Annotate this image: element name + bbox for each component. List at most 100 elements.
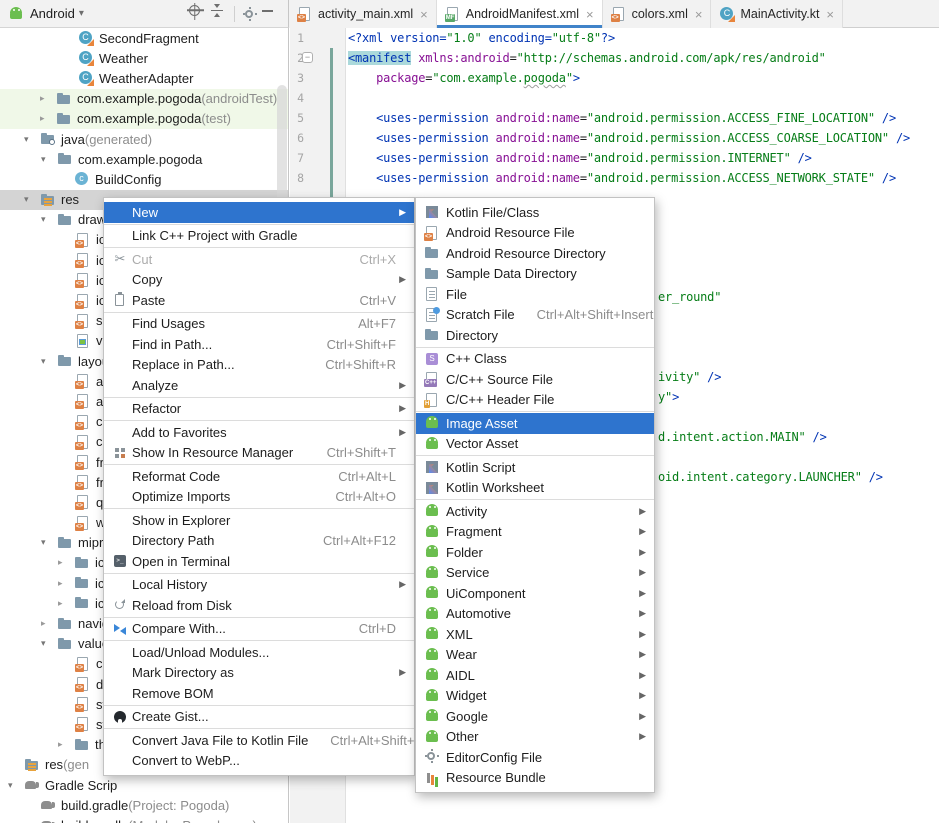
tab-close-icon[interactable]: × [585,7,595,22]
menu-item-shortcut: Ctrl+Alt+F12 [323,533,396,548]
menu-item-c-class[interactable]: SC++ Class [416,349,654,370]
collapse-all-button[interactable] [209,3,231,25]
menu-item-google[interactable]: Google▶ [416,706,654,727]
menu-item-find-in-path[interactable]: Find in Path...Ctrl+Shift+F [104,334,414,355]
tree-row-com-example-pogoda[interactable]: ▸com.example.pogoda (androidTest) [0,89,288,109]
submenu-arrow-icon: ▶ [636,670,646,681]
collapsed-arrow-icon[interactable]: ▸ [58,557,74,568]
tab-activity-main-xml[interactable]: <>activity_main.xml× [289,0,437,28]
menu-item-load-unload-modules[interactable]: Load/Unload Modules... [104,642,414,663]
menu-item-convert-java-file-to-kotlin-file[interactable]: Convert Java File to Kotlin FileCtrl+Alt… [104,730,414,751]
tab-mainactivity-kt[interactable]: CMainActivity.kt× [711,0,843,28]
settings-button[interactable] [238,3,260,25]
tree-row-java[interactable]: ▾java (generated) [0,129,288,149]
menu-item-fragment[interactable]: Fragment▶ [416,522,654,543]
menu-item-editorconfig-file[interactable]: EditorConfig File [416,747,654,768]
menu-item-xml[interactable]: XML▶ [416,624,654,645]
expanded-arrow-icon[interactable]: ▾ [41,537,57,548]
expanded-arrow-icon[interactable]: ▾ [41,154,57,165]
menu-item-paste[interactable]: PasteCtrl+V [104,290,414,311]
menu-item-create-gist[interactable]: Create Gist... [104,707,414,728]
menu-item-find-usages[interactable]: Find UsagesAlt+F7 [104,314,414,335]
menu-item-kotlin-worksheet[interactable]: Kotlin Worksheet [416,478,654,499]
collapsed-arrow-icon[interactable]: ▸ [58,578,74,589]
menu-item-aidl[interactable]: AIDL▶ [416,665,654,686]
menu-item-show-in-explorer[interactable]: Show in Explorer [104,510,414,531]
menu-item-resource-bundle[interactable]: Resource Bundle [416,768,654,789]
hide-panel-button[interactable] [260,3,282,25]
collapsed-arrow-icon[interactable]: ▸ [40,113,56,124]
tab-close-icon[interactable]: × [694,7,704,22]
menu-item-add-to-favorites[interactable]: Add to Favorites▶ [104,422,414,443]
expanded-arrow-icon[interactable]: ▾ [24,194,40,205]
menu-item-reformat-code[interactable]: Reformat CodeCtrl+Alt+L [104,466,414,487]
tree-row-com-example-pogoda[interactable]: ▸com.example.pogoda (test) [0,109,288,129]
menu-item-file[interactable]: File [416,284,654,305]
menu-item-uicomponent[interactable]: UiComponent▶ [416,583,654,604]
menu-item-directory-path[interactable]: Directory PathCtrl+Alt+F12 [104,531,414,552]
menu-item-optimize-imports[interactable]: Optimize ImportsCtrl+Alt+O [104,487,414,508]
menu-item-refactor[interactable]: Refactor▶ [104,399,414,420]
chevron-down-icon[interactable]: ▾ [79,8,84,19]
menu-item-link-c-project-with-gradle[interactable]: Link C++ Project with Gradle [104,226,414,247]
menu-item-reload-from-disk[interactable]: Reload from Disk [104,595,414,616]
tab-colors-xml[interactable]: <>colors.xml× [603,0,712,28]
menu-item-copy[interactable]: Copy▶ [104,270,414,291]
menu-item-local-history[interactable]: Local History▶ [104,575,414,596]
menu-item-compare-with[interactable]: Compare With...Ctrl+D [104,619,414,640]
tab-close-icon[interactable]: × [825,7,835,22]
menu-item-kotlin-file-class[interactable]: Kotlin File/Class [416,202,654,223]
menu-separator [104,508,414,509]
tree-row-com-example-pogoda[interactable]: ▾com.example.pogoda [0,149,288,169]
tree-row-weatheradapter[interactable]: CWeatherAdapter [0,68,288,88]
menu-item-new[interactable]: New▶ [104,202,414,223]
menu-item-android-resource-file[interactable]: <>Android Resource File [416,223,654,244]
menu-item-scratch-file[interactable]: Scratch FileCtrl+Alt+Shift+Insert [416,305,654,326]
menu-item-service[interactable]: Service▶ [416,563,654,584]
tree-row-gradle-scrip[interactable]: ▾Gradle Scrip [0,775,288,795]
menu-item-convert-to-webp[interactable]: Convert to WebP... [104,751,414,772]
tree-row-buildconfig[interactable]: cBuildConfig [0,169,288,189]
fold-marker-icon[interactable]: − [302,52,313,63]
expanded-arrow-icon[interactable]: ▾ [8,780,24,791]
menu-item-automotive[interactable]: Automotive▶ [416,604,654,625]
menu-item-kotlin-script[interactable]: Kotlin Script [416,457,654,478]
menu-item-folder[interactable]: Folder▶ [416,542,654,563]
expanded-arrow-icon[interactable]: ▾ [24,134,40,145]
expanded-arrow-icon[interactable]: ▾ [41,356,57,367]
collapsed-arrow-icon[interactable]: ▸ [40,93,56,104]
tree-item-note: (Module: Pogoda.app) [128,818,257,823]
menu-item-sample-data-directory[interactable]: Sample Data Directory [416,264,654,285]
menu-item-widget[interactable]: Widget▶ [416,686,654,707]
menu-item-c-c-header-file[interactable]: HC/C++ Header File [416,390,654,411]
menu-item-wear[interactable]: Wear▶ [416,645,654,666]
locate-file-button[interactable] [187,3,209,25]
collapsed-arrow-icon[interactable]: ▸ [58,739,74,750]
menu-item-show-in-resource-manager[interactable]: Show In Resource ManagerCtrl+Shift+T [104,443,414,464]
menu-item-open-in-terminal[interactable]: >_Open in Terminal [104,551,414,572]
tab-androidmanifest-xml[interactable]: MFAndroidManifest.xml× [437,0,603,28]
tree-row-weather[interactable]: CWeather [0,48,288,68]
collapsed-arrow-icon[interactable]: ▸ [41,618,57,629]
menu-item-c-c-source-file[interactable]: C++C/C++ Source File [416,369,654,390]
menu-item-image-asset[interactable]: Image Asset [416,413,654,434]
expanded-arrow-icon[interactable]: ▾ [41,638,57,649]
tree-row-secondfragment[interactable]: CSecondFragment [0,28,288,48]
android-icon [424,647,440,663]
menu-item-android-resource-directory[interactable]: Android Resource Directory [416,243,654,264]
menu-item-activity[interactable]: Activity▶ [416,501,654,522]
menu-item-mark-directory-as[interactable]: Mark Directory as▶ [104,663,414,684]
tree-row-build-gradle[interactable]: build.gradle (Project: Pogoda) [0,795,288,815]
menu-item-directory[interactable]: Directory [416,325,654,346]
code-area[interactable]: <?xml version="1.0" encoding="utf-8"?><m… [348,28,910,188]
menu-item-remove-bom[interactable]: Remove BOM [104,683,414,704]
expanded-arrow-icon[interactable]: ▾ [41,214,57,225]
menu-item-vector-asset[interactable]: Vector Asset [416,434,654,455]
project-view-selector[interactable]: Android [30,6,75,21]
menu-item-analyze[interactable]: Analyze▶ [104,375,414,396]
menu-item-replace-in-path[interactable]: Replace in Path...Ctrl+Shift+R [104,355,414,376]
menu-item-other[interactable]: Other▶ [416,727,654,748]
tree-row-build-gradle[interactable]: build.gradle (Module: Pogoda.app) [0,815,288,823]
tab-close-icon[interactable]: × [419,7,429,22]
collapsed-arrow-icon[interactable]: ▸ [58,598,74,609]
